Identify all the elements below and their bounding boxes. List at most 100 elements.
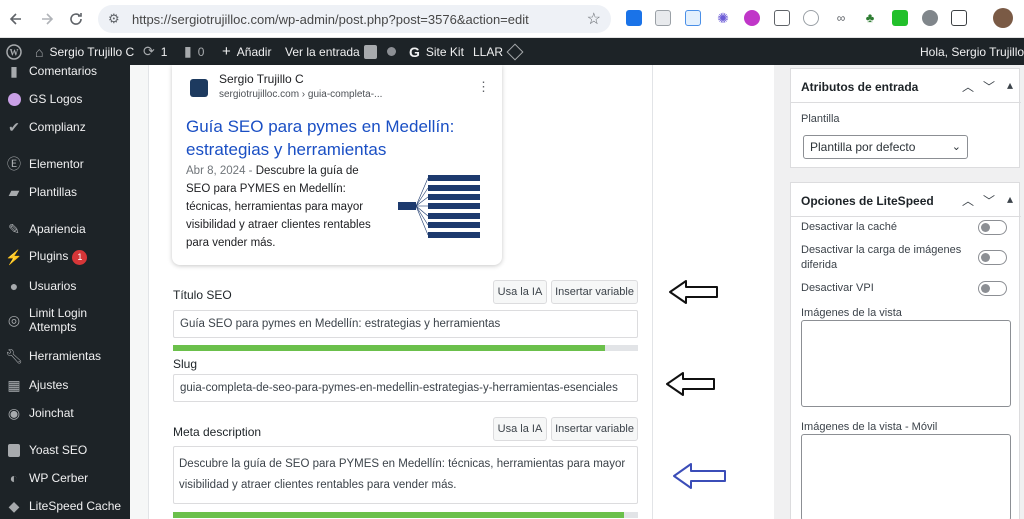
url-text: https://sergiotrujilloc.com/wp-admin/pos… [132, 11, 529, 27]
extension-gear-icon[interactable]: ✺ [715, 10, 731, 26]
chevron-down-icon[interactable]: ﹀ [982, 78, 996, 95]
site-name-text: Sergio Trujillo C [49, 44, 135, 59]
preview-description: Abr 8, 2024 - Descubre la guía de SEO pa… [186, 162, 376, 252]
extension-compass-icon[interactable] [803, 10, 819, 26]
arrow-left-icon[interactable] [5, 8, 27, 30]
sidebar-item-usuarios[interactable]: ● Usuarios [0, 278, 130, 294]
sidebar-item-complianz[interactable]: ✔ Complianz [0, 119, 130, 135]
disable-cache-toggle[interactable] [978, 220, 1007, 235]
sidebar-item-label: LiteSpeed Cache [29, 499, 122, 513]
add-new-link[interactable]: + Añadir [222, 38, 271, 65]
star-icon[interactable]: ☆ [587, 9, 601, 29]
sidebar-item-yoast-seo[interactable]: Yoast SEO [0, 443, 130, 457]
litespeed-options-panel: Opciones de LiteSpeed ︿ ﹀ ▴ Desactivar l… [790, 182, 1021, 519]
arrow-left-blue-annotation-icon [673, 463, 726, 489]
entry-attributes-header[interactable]: Atributos de entrada ︿ ﹀ ▴ [791, 69, 1021, 103]
triangle-up-icon[interactable]: ▴ [1003, 78, 1017, 92]
site-kit-link[interactable]: G Site Kit [409, 38, 464, 65]
sidebar-item-label: Complianz [29, 120, 86, 134]
seo-title-insert-variable-button[interactable]: Insertar variable [551, 280, 638, 304]
extension-green-icon[interactable] [892, 10, 908, 26]
site-settings-icon[interactable]: ⚙ [108, 11, 124, 27]
more-vertical-icon[interactable]: ⋮ [477, 79, 490, 95]
sidebar-item-label: Yoast SEO [29, 443, 88, 457]
profile-avatar[interactable] [993, 8, 1013, 28]
folder-icon: ▰ [8, 183, 20, 200]
add-new-text: Añadir [236, 44, 272, 59]
template-select[interactable]: Plantilla por defecto ⌄ [803, 135, 968, 159]
my-account-link[interactable]: Hola, Sergio Trujillo [920, 38, 1024, 65]
extension-tag-icon[interactable] [685, 10, 701, 26]
google-preview-card: Sergio Trujillo C sergiotrujilloc.com › … [172, 65, 502, 265]
chevron-up-icon[interactable]: ︿ [961, 192, 975, 209]
status-dot-icon[interactable] [387, 38, 396, 65]
updates-link[interactable]: ⟳ 1 [143, 38, 167, 65]
wordpress-logo-icon[interactable]: W [6, 38, 22, 65]
site-kit-text: Site Kit [425, 44, 464, 59]
template-label: Plantilla [801, 113, 840, 125]
seo-title-ai-button[interactable]: Usa la IA [493, 280, 547, 304]
extension-grid-icon[interactable] [626, 10, 642, 26]
sidebar-item-apariencia[interactable]: ✎ Apariencia [0, 221, 130, 237]
sidebar-item-wp-cerber[interactable]: ◐ WP Cerber [0, 470, 130, 486]
sidebar-item-gs-logos[interactable]: GS Logos [0, 92, 130, 106]
address-bar[interactable]: ⚙ https://sergiotrujilloc.com/wp-admin/p… [98, 5, 611, 33]
sidebar-item-plantillas[interactable]: ▰ Plantillas [0, 183, 130, 200]
site-name-link[interactable]: ⌂ Sergio Trujillo C [35, 38, 134, 65]
meta-description-progress-fill [173, 512, 625, 518]
sidebar-item-limit-login[interactable]: ◎ Limit Login Attempts [0, 306, 130, 334]
chevron-down-icon[interactable]: ﹀ [982, 192, 996, 209]
extension-color-icon[interactable] [744, 10, 760, 26]
reload-icon[interactable] [65, 8, 87, 30]
sidebar-item-litespeed-cache[interactable]: ◆ LiteSpeed Cache [0, 497, 130, 514]
litespeed-options-header[interactable]: Opciones de LiteSpeed ︿ ﹀ ▴ [791, 183, 1021, 217]
seo-title-input[interactable]: Guía SEO para pymes en Medellín: estrate… [173, 310, 638, 338]
settings-icon: ▦ [7, 376, 21, 393]
extension-android-icon[interactable]: ♣ [862, 10, 878, 26]
triangle-up-icon[interactable]: ▴ [1003, 192, 1017, 206]
fingerprint-icon: ◎ [7, 311, 21, 328]
view-images-textarea[interactable] [801, 320, 1011, 407]
view-images-mobile-textarea[interactable] [801, 434, 1011, 519]
sidebar-item-label: Ajustes [29, 378, 69, 392]
sidebar-item-joinchat[interactable]: ◉ Joinchat [0, 405, 130, 421]
preview-separator: - [245, 165, 256, 177]
sidebar-item-label: Joinchat [29, 406, 74, 420]
preview-date: Abr 8, 2024 [186, 165, 246, 177]
view-entry-link[interactable]: Ver la entrada [285, 38, 360, 65]
comments-link[interactable]: ▮ 0 [184, 38, 204, 65]
sidebar-item-label: Comentarios [29, 64, 98, 78]
update-icon: ⟳ [143, 43, 155, 59]
sidebar-item-comentarios[interactable]: ▮ Comentarios [0, 63, 130, 79]
llar-link[interactable]: LLAR [473, 38, 503, 65]
sidebar-item-plugins[interactable]: ⚡ Plugins 1 [0, 249, 130, 265]
slug-input[interactable]: guia-completa-de-seo-para-pymes-en-medel… [173, 374, 638, 402]
extension-sphere-icon[interactable] [922, 10, 938, 26]
yoast-icon[interactable] [364, 38, 377, 65]
editor-gutter [130, 65, 148, 519]
litespeed-icon: ◆ [8, 497, 20, 514]
disable-lazy-toggle[interactable] [978, 250, 1007, 265]
arrow-right-icon[interactable] [36, 8, 58, 30]
extension-link-icon[interactable]: ∞ [833, 10, 849, 26]
chevron-up-icon[interactable]: ︿ [961, 78, 975, 95]
extension-code-icon[interactable] [655, 10, 671, 26]
sidebar-item-label: Limit Login Attempts [29, 306, 88, 334]
meta-ai-button[interactable]: Usa la IA [493, 417, 547, 441]
extension-camera-icon[interactable] [774, 10, 790, 26]
browser-toolbar: ⚙ https://sergiotrujilloc.com/wp-admin/p… [0, 0, 1024, 38]
sidebar-item-label: Herramientas [29, 349, 102, 363]
litespeed-diamond-icon[interactable] [506, 38, 524, 65]
greeting-text: Hola, Sergio Trujillo [920, 44, 1024, 59]
sidebar-item-elementor[interactable]: Ⓔ Elementor [0, 156, 130, 172]
sidebar-item-label: Plugins 1 [29, 249, 88, 265]
litespeed-options-title: Opciones de LiteSpeed [801, 194, 934, 208]
preview-title[interactable]: Guía SEO para pymes en Medellín: estrate… [186, 115, 486, 161]
meta-description-input[interactable]: Descubre la guía de SEO para PYMES en Me… [173, 446, 638, 504]
meta-insert-variable-button[interactable]: Insertar variable [551, 417, 638, 441]
yoast-icon [6, 442, 22, 458]
sidebar-item-herramientas[interactable]: 🔧︎ Herramientas [0, 348, 130, 364]
sidebar-item-ajustes[interactable]: ▦ Ajustes [0, 376, 130, 393]
extensions-puzzle-icon[interactable] [951, 10, 967, 26]
disable-vpi-toggle[interactable] [978, 281, 1007, 296]
